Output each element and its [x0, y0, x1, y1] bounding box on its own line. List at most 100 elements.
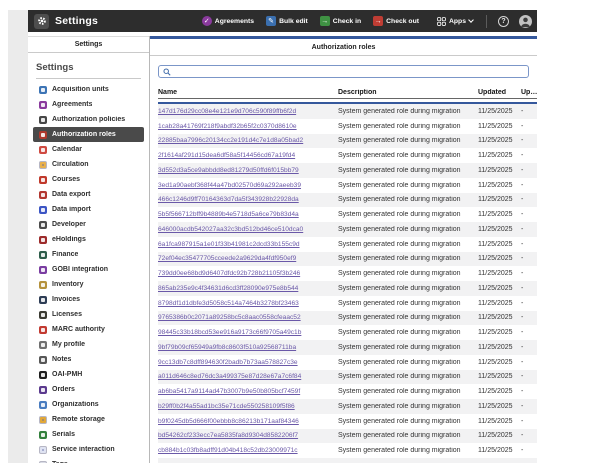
sidebar-item-label: OAI-PMH [52, 371, 83, 378]
check-out-icon: → [373, 16, 384, 26]
sidebar-item-agreements[interactable]: Agreements [36, 97, 141, 112]
role-name-link[interactable]: 466c1246d9ff70164363d7da5f343928b22928da [158, 196, 299, 203]
sidebar-item-gobi-integration[interactable]: GOBI integration [36, 262, 141, 277]
role-name-link[interactable]: 2f1614af291d15dea6df58a5f14456cd67a19fd4 [158, 152, 295, 159]
role-updated-cell: 11/25/2025 [478, 270, 513, 278]
sidebar-item-label: Calendar [52, 146, 82, 153]
role-name-link[interactable]: 865ab235e9c4f34631d6cd3ff28090e975e8b544 [158, 285, 298, 292]
role-description-cell: System generated role during migration [338, 196, 461, 204]
role-name-link[interactable]: 1cab28a41769f218f9abdf32b65f2c0370d8610e [158, 123, 297, 130]
sidebar-item-label: Authorization policies [52, 116, 126, 123]
sidebar-item-licenses[interactable]: Licenses [36, 307, 141, 322]
sidebar-item-circulation[interactable]: Circulation [36, 157, 141, 172]
sidebar-item-tags[interactable]: Tags [36, 457, 141, 463]
role-name-link[interactable]: 9cc13db7c8dff894630f2badb7b73aa578827c3e [158, 359, 298, 366]
bulk-edit-icon: ✎ [266, 16, 277, 26]
profile-avatar-button[interactable] [519, 14, 532, 28]
role-description-cell: System generated role during migration [338, 417, 461, 425]
sidebar-item-label: MARC authority [52, 326, 105, 333]
apps-menu-button[interactable]: Apps [437, 16, 474, 26]
role-name-link[interactable]: a011d646c8ed76dc3a499375e87d28e67a7c6f84 [158, 373, 301, 380]
role-updated-cell: 11/25/2025 [478, 447, 513, 455]
role-name-link[interactable]: b29ff0b2f4a55ad1bc35e71cde550258109f5f86 [158, 403, 295, 410]
role-name-link[interactable]: 6a1fca987915a1e01f33b41981c2dcd33b155c9d [158, 241, 300, 248]
sidebar-item-calendar[interactable]: Calendar [36, 142, 141, 157]
role-updated-cell: 11/25/2025 [478, 417, 513, 425]
sidebar-item-finance[interactable]: Finance [36, 247, 141, 262]
topbar-check-in-button[interactable]: → Check in [319, 16, 361, 26]
sidebar-item-acquisition-units[interactable]: Acquisition units [36, 82, 141, 97]
role-name-cell: b29ff0b2f4a55ad1bc35e71cde550258109f5f86 [158, 403, 338, 410]
role-name-link[interactable]: 646000acdb542027aa32c3bd512bd46ce510dca0 [158, 226, 303, 233]
table-row: 739dd0ee68bd9d6407dfdc92b728b21105f3b246… [158, 266, 537, 281]
column-header-name[interactable]: Name [158, 89, 338, 96]
sidebar-item-invoices[interactable]: Invoices [36, 292, 141, 307]
column-header-updated-by[interactable]: Updated by [521, 89, 537, 96]
sidebar-item-organizations[interactable]: Organizations [36, 397, 141, 412]
role-updated-by-cell: - [521, 447, 524, 455]
sidebar-heading: Settings [36, 60, 141, 79]
role-description-cell: System generated role during migration [338, 284, 461, 292]
topbar-modules: ✓ Agreements ✎ Bulk edit → Check in → Check out [201, 16, 419, 26]
sidebar-item-data-export[interactable]: Data export [36, 187, 141, 202]
sidebar-item-notes[interactable]: Notes [36, 352, 141, 367]
role-name-cell: 8798df1d1dbfe3d5058c514a7464b3278bf23463 [158, 300, 338, 307]
role-updated-by-cell: - [521, 373, 524, 381]
role-updated-by-cell: - [521, 358, 524, 366]
role-name-link[interactable]: ab6ba5417a9114ad47b3007b9e50b805bcf7459f [158, 388, 300, 395]
role-name-link[interactable]: 9bf79b09cf65949a9fb8c8603f510a92568711ba [158, 344, 296, 351]
role-description-cell: System generated role during migration [338, 122, 461, 130]
sidebar-item-serials[interactable]: Serials [36, 427, 141, 442]
sidebar-item-label: Service interaction [52, 446, 115, 453]
role-updated-cell: 11/25/2025 [478, 284, 513, 292]
search-input[interactable] [174, 66, 524, 77]
role-name-link[interactable]: 739dd0ee68bd9d6407dfdc92b728b21105f3b246 [158, 270, 300, 277]
role-updated-by-cell: - [521, 196, 524, 204]
role-name-link[interactable]: 8798df1d1dbfe3d5058c514a7464b3278bf23463 [158, 300, 299, 307]
sidebar-item-data-import[interactable]: Data import [36, 202, 141, 217]
sidebar-item-service-interaction[interactable]: Service interaction [36, 442, 141, 457]
topbar-check-out-button[interactable]: → Check out [373, 16, 419, 26]
sidebar-item-courses[interactable]: Courses [36, 172, 141, 187]
role-name-link[interactable]: b9f0245db5d666f00ebbb8c86213b171aaf84346 [158, 418, 299, 425]
role-updated-by-cell: - [521, 240, 524, 248]
role-name-link[interactable]: cb884b1c03fb8adff91d04b418c52db23009971c [158, 447, 298, 454]
sidebar-item-authorization-policies[interactable]: Authorization policies [36, 112, 141, 127]
sidebar-item-authorization-roles[interactable]: Authorization roles [33, 127, 144, 142]
sidebar-item-my-profile[interactable]: My profile [36, 337, 141, 352]
role-name-link[interactable]: 3d552d3a5ce9abbdd8ed81279d50ffd6f015bb79 [158, 167, 299, 174]
table-row: 22885baa7996c20134cc2e191d4c7e1d8a05bad2… [158, 133, 537, 149]
data-export-icon [39, 190, 47, 199]
table-row: 6a1fca987915a1e01f33b41981c2dcd33b155c9d… [158, 237, 537, 252]
role-name-link[interactable]: 72ef04ec35477705cceede2a9629da4fdf950ef9 [158, 255, 296, 262]
page-title: Authorization roles [150, 39, 537, 56]
sidebar-item-developer[interactable]: Developer [36, 217, 141, 232]
role-name-link[interactable]: 98445c33b18bcd53ee916a9173c66f9705a49c1b [158, 329, 301, 336]
sidebar-item-eholdings[interactable]: eHoldings [36, 232, 141, 247]
role-name-link[interactable]: bd54262cf233ecc7ea5835fa8d9304d8582206f7 [158, 432, 298, 439]
role-name-link[interactable]: 3ed1a90aebf368f44a47bd02570d69a292aeeb39 [158, 182, 301, 189]
sidebar-item-label: Orders [52, 386, 75, 393]
role-name-cell: 147d176d29cc08e4e121e9d706c590f89ffb6f2d [158, 108, 338, 115]
app-title: Settings [55, 15, 99, 27]
role-name-link[interactable]: 22885baa7996c20134cc2e191d4c7e1d8a05bad2 [158, 137, 303, 144]
sidebar-item-oai-pmh[interactable]: OAI-PMH [36, 367, 141, 382]
topbar-bulk-edit-button[interactable]: ✎ Bulk edit [266, 16, 308, 26]
sidebar-item-remote-storage[interactable]: Remote storage [36, 412, 141, 427]
role-name-link[interactable]: 147d176d29cc08e4e121e9d706c590f89ffb6f2d [158, 108, 296, 115]
column-header-description[interactable]: Description [338, 89, 478, 96]
sidebar-item-marc-authority[interactable]: MARC authority [36, 322, 141, 337]
sidebar-item-orders[interactable]: Orders [36, 382, 141, 397]
role-description-cell: System generated role during migration [338, 152, 461, 160]
role-name-link[interactable]: 5b5f566712bff9b4889b4e5718d5a6ce79b83d4a [158, 211, 299, 218]
role-description-cell: System generated role during migration [338, 181, 461, 189]
role-updated-cell: 11/25/2025 [478, 181, 513, 189]
column-header-updated[interactable]: Updated [478, 89, 521, 96]
help-button[interactable]: ? [498, 15, 509, 27]
role-name-link[interactable]: 9765386b0c2071a89258bc5c8aac0558cfeaac52 [158, 314, 301, 321]
topbar-agreements-button[interactable]: ✓ Agreements [201, 16, 254, 26]
role-updated-cell: 11/25/2025 [478, 240, 513, 248]
sidebar-item-inventory[interactable]: Inventory [36, 277, 141, 292]
settings-module-badge[interactable] [34, 13, 49, 29]
role-updated-cell: 11/25/2025 [478, 122, 513, 130]
